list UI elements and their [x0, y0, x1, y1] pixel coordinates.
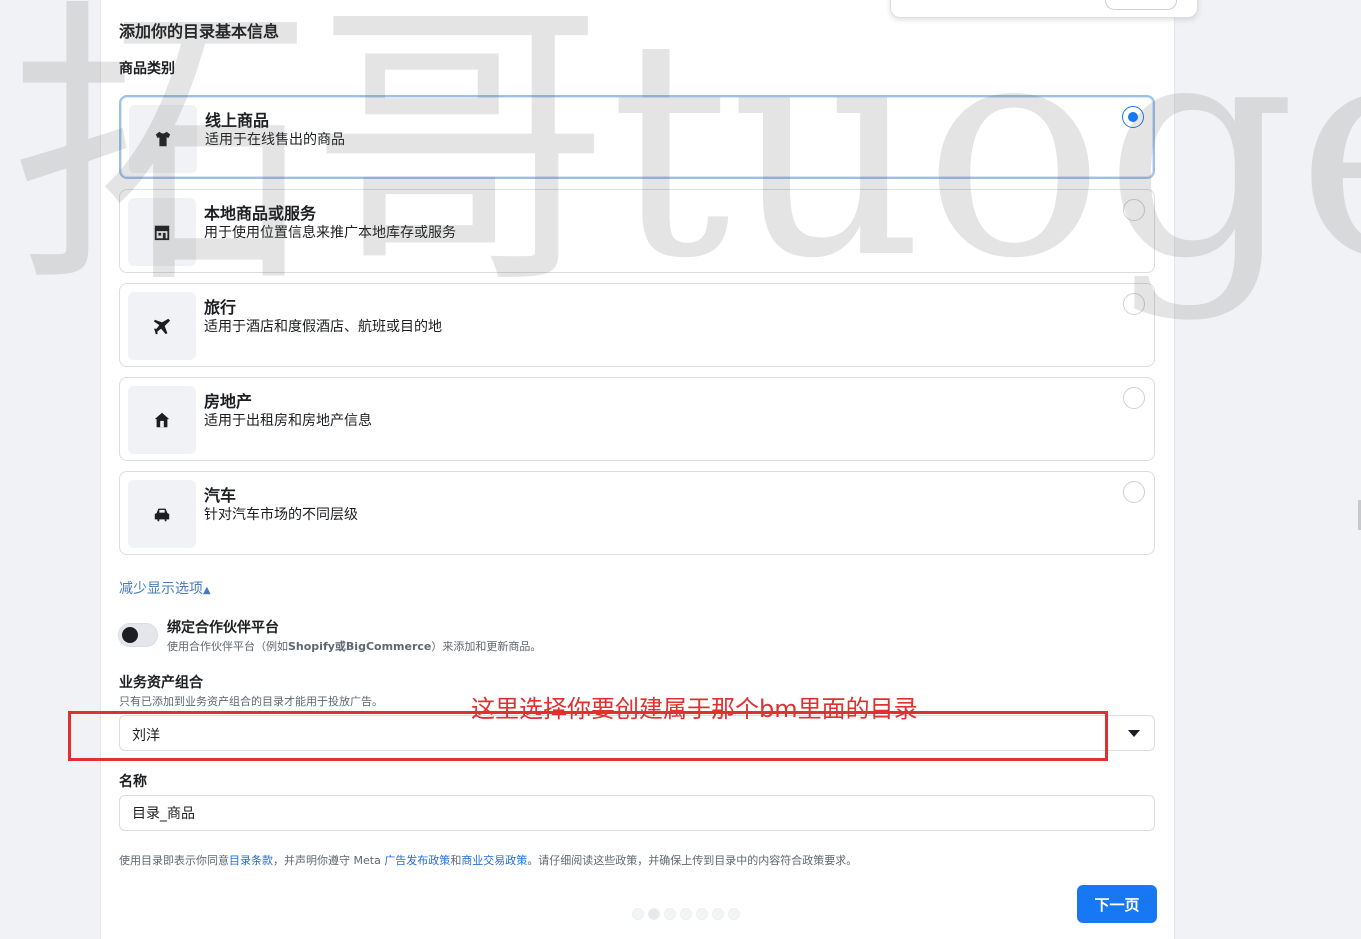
catalog-name-input[interactable] [119, 795, 1155, 831]
shirt-icon [155, 131, 171, 147]
step-dot [664, 908, 676, 920]
step-dot [648, 908, 660, 920]
commerce-policy-link[interactable]: 商业交易政策 [461, 854, 527, 867]
chevron-down-icon [1128, 730, 1140, 737]
option-travel[interactable]: 旅行 适用于酒店和度假酒店、航班或目的地 [119, 283, 1155, 367]
radio-vehicles[interactable] [1123, 481, 1145, 503]
option-title: 汽车 [204, 486, 237, 505]
option-desc: 适用于酒店和度假酒店、航班或目的地 [204, 319, 442, 335]
step-indicator [632, 908, 740, 920]
toggle-knob [122, 627, 138, 643]
annotation-text: 这里选择你要创建属于那个bm里面的目录 [471, 695, 918, 723]
partner-desc-brands: Shopify或BigCommerce [288, 640, 432, 653]
legal-part: ，并声明你遵守 Meta [273, 854, 385, 867]
car-icon-box [128, 480, 196, 548]
option-desc: 针对汽车市场的不同层级 [204, 507, 358, 523]
show-less-link[interactable]: 减少显示选项▲ [119, 578, 211, 598]
legal-part: 使用目录即表示你同意 [119, 854, 229, 867]
page-title: 添加你的目录基本信息 [119, 22, 280, 41]
option-local-products[interactable]: 本地商品或服务 用于使用位置信息来推广本地库存或服务 [119, 189, 1155, 273]
step-dot [712, 908, 724, 920]
house-icon-box [128, 386, 196, 454]
car-icon [154, 508, 170, 522]
option-real-estate[interactable]: 房地产 适用于出租房和房地产信息 [119, 377, 1155, 461]
house-icon [154, 412, 170, 428]
legal-part: 。请仔细阅读这些政策，并确保上传到目录中的内容符合政策要求。 [527, 854, 858, 867]
airplane-icon-box [128, 292, 196, 360]
business-set-title: 业务资产组合 [119, 675, 203, 691]
option-title: 线上商品 [205, 111, 270, 130]
popover-pill[interactable] [1105, 0, 1177, 10]
partner-platform-desc: 使用合作伙伴平台（例如Shopify或BigCommerce）来添加和更新商品。 [167, 638, 541, 654]
category-label: 商品类别 [119, 61, 175, 77]
partner-platform-title: 绑定合作伙伴平台 [167, 620, 279, 636]
name-label: 名称 [119, 774, 147, 790]
storefront-icon [154, 225, 170, 241]
partner-platform-toggle[interactable] [118, 623, 158, 647]
storefront-icon-box [128, 198, 196, 266]
option-vehicles[interactable]: 汽车 针对汽车市场的不同层级 [119, 471, 1155, 555]
option-online-products[interactable]: 线上商品 适用于在线售出的商品 [119, 95, 1155, 179]
step-dot [728, 908, 740, 920]
radio-online-products[interactable] [1122, 106, 1144, 128]
option-title: 本地商品或服务 [204, 204, 317, 223]
radio-real-estate[interactable] [1123, 387, 1145, 409]
step-dot [696, 908, 708, 920]
option-desc: 用于使用位置信息来推广本地库存或服务 [204, 225, 456, 241]
ad-policy-link[interactable]: 广告发布政策 [384, 854, 450, 867]
radio-travel[interactable] [1123, 293, 1145, 315]
show-less-label: 减少显示选项 [119, 581, 203, 597]
partner-desc-suffix: ）来添加和更新商品。 [431, 640, 542, 653]
radio-local-products[interactable] [1123, 199, 1145, 221]
option-desc: 适用于出租房和房地产信息 [204, 413, 372, 429]
airplane-icon [153, 318, 171, 335]
partner-desc-prefix: 使用合作伙伴平台（例如 [167, 640, 288, 653]
step-dot [680, 908, 692, 920]
option-title: 旅行 [204, 298, 237, 317]
option-desc: 适用于在线售出的商品 [205, 132, 345, 148]
top-popover [890, 0, 1198, 18]
caret-up-icon: ▲ [203, 585, 211, 596]
catalog-terms-link[interactable]: 目录条款 [229, 854, 273, 867]
option-title: 房地产 [204, 392, 253, 411]
business-set-desc: 只有已添加到业务资产组合的目录才能用于投放广告。 [119, 695, 383, 708]
legal-part: 和 [450, 854, 462, 867]
step-dot [632, 908, 644, 920]
shirt-icon-box [129, 105, 197, 173]
next-button[interactable]: 下一页 [1077, 885, 1157, 923]
legal-text: 使用目录即表示你同意目录条款，并声明你遵守 Meta 广告发布政策和商业交易政策… [119, 852, 857, 868]
